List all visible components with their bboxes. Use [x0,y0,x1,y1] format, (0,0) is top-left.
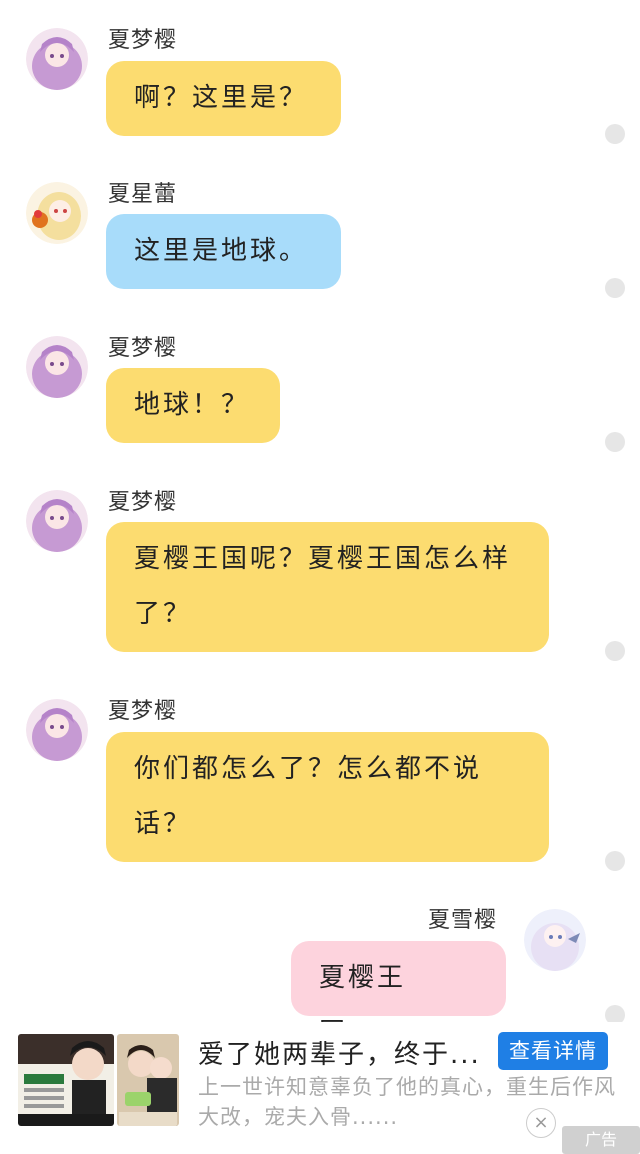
ad-banner[interactable]: 爱了她两辈子，终于... 查看详情 上一世许知意辜负了他的真心，重生后作风大改，… [0,1022,640,1154]
ad-image-left-icon[interactable] [18,1034,114,1126]
message-bubble[interactable]: 夏樱王国呢？夏樱王国怎么样了？ [106,522,549,652]
message-bubble[interactable]: 地球！？ [106,368,280,443]
avatar[interactable] [524,909,586,971]
status-dot [605,851,625,871]
sender-name: 夏梦樱 [108,699,178,724]
ad-tag: 广告 [562,1126,640,1154]
sender-name: 夏星蕾 [108,182,178,207]
avatar-image-icon [26,336,88,398]
status-dot [605,124,625,144]
close-icon[interactable]: × [526,1108,556,1138]
message-bubble[interactable]: 你们都怎么了？怎么都不说话？ [106,732,549,862]
message-bubble[interactable]: 啊？这里是？ [106,61,341,136]
status-dot [605,641,625,661]
avatar[interactable] [26,336,88,398]
avatar-image-icon [26,28,88,90]
avatar[interactable] [26,182,88,244]
status-dot [605,432,625,452]
ad-title[interactable]: 爱了她两辈子，终于... [198,1034,481,1071]
sender-name: 夏梦樱 [108,490,178,515]
avatar-image-icon [26,699,88,761]
message-bubble[interactable]: 夏樱王国…… [291,941,506,1048]
sender-name: 夏雪樱 [428,908,498,933]
avatar-image-icon [524,909,586,971]
sender-name: 夏梦樱 [108,28,178,53]
avatar[interactable] [26,490,88,552]
status-dot [605,278,625,298]
view-details-button[interactable]: 查看详情 [498,1032,608,1070]
avatar[interactable] [26,699,88,761]
sender-name: 夏梦樱 [108,336,178,361]
avatar-image-icon [26,490,88,552]
ad-image-right-icon[interactable] [117,1034,179,1126]
avatar[interactable] [26,28,88,90]
avatar-image-icon [26,182,88,244]
message-bubble[interactable]: 这里是地球。 [106,214,341,289]
